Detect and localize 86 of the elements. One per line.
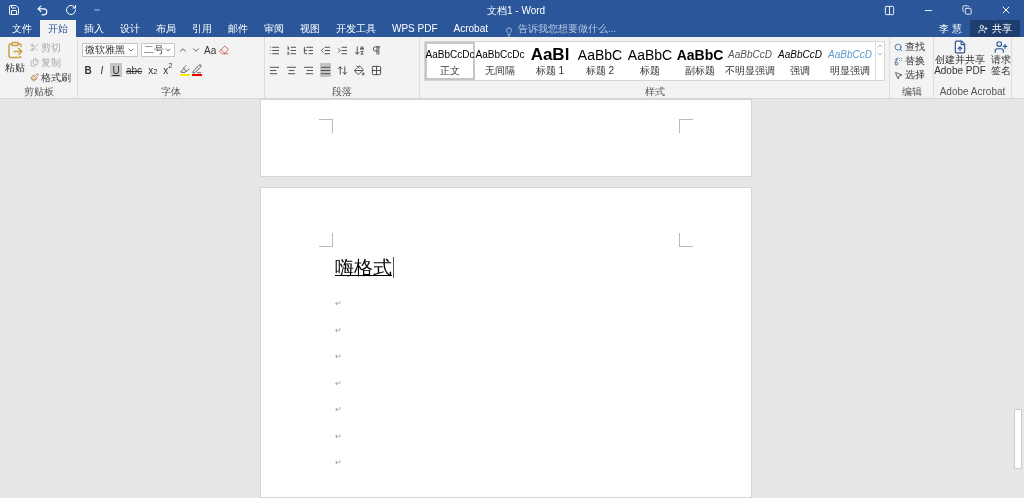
document-heading: 嗨格式 [335,257,394,278]
close-icon[interactable] [1000,4,1012,16]
justify-icon[interactable] [320,63,331,77]
paintbrush-icon [30,73,39,82]
editing-button[interactable]: 选择 [894,68,929,82]
ribbon-tab[interactable]: 审阅 [256,20,292,37]
paragraph-mark: ↵ [335,404,343,416]
style-item[interactable]: AaBbCcD 明显强调 [825,42,875,80]
font-name-field[interactable]: 微软雅黑 [82,43,138,57]
format-button[interactable]: abc [124,63,145,77]
group-label: Adobe Acrobat [938,86,1007,98]
ribbon-tab[interactable]: 文件 [4,20,40,37]
dropdown-icon [127,46,135,54]
ribbon-display-icon[interactable] [884,4,895,16]
style-item[interactable]: AaBl 标题 1 [525,42,575,80]
format-button[interactable]: I [96,63,108,77]
dropdown-icon [164,46,172,54]
tell-me-field[interactable]: 告诉我您想要做什么... [518,20,617,37]
lightbulb-icon [504,27,515,37]
clipboard-icon [6,41,24,59]
ribbon-tab[interactable]: 开始 [40,20,76,37]
paragraph-mark: ↵ [335,351,343,363]
change-case-button[interactable]: Aa [204,42,217,58]
group-label: 编辑 [900,86,923,98]
style-item[interactable]: AaBbC 副标题 [675,42,725,80]
undo-icon[interactable] [36,3,49,17]
acrobat-button[interactable]: 请求签名 [990,40,1011,76]
style-item[interactable]: AaBbCcDc 无间隔 [475,42,525,80]
line-spacing-icon[interactable] [337,63,348,77]
paragraph-mark: ↵ [335,324,343,337]
clipboard-button[interactable]: 格式刷 [30,71,71,84]
borders-icon[interactable] [371,63,382,77]
group-label: 字体 [160,86,182,98]
numbering-icon[interactable] [286,43,297,57]
ribbon-tab[interactable]: 布局 [148,20,184,37]
format-button[interactable]: U [110,63,122,77]
format-button[interactable]: x$_{2}$ [146,63,160,77]
paragraph-mark: ↵ [335,430,343,443]
ribbon-tab[interactable]: 邮件 [220,20,256,37]
shading-icon[interactable] [354,63,365,77]
paragraph-mark: ↵ [335,457,343,469]
ribbon-tab[interactable]: 设计 [112,20,148,37]
replace-icon [894,56,903,66]
restore-icon[interactable] [962,5,972,15]
pointer-icon [894,70,903,80]
style-item[interactable]: AaBbCcD 不明显强调 [725,42,775,80]
ribbon-tab[interactable]: 开发工具 [328,20,384,37]
window-title: 文档1 - Word [487,3,546,18]
style-item[interactable]: AaBbC 标题 2 [575,42,625,80]
style-item[interactable]: AaBbC 标题 [625,42,675,80]
ribbon-tab[interactable]: Acrobat [445,20,497,37]
file-upload-icon [953,40,967,54]
scissors-icon [30,43,39,52]
acrobat-button[interactable]: 创建并共享 Adobe PDF [934,40,986,76]
user-name: 李 慧 [939,22,962,36]
format-button[interactable]: B [82,63,94,77]
redo-icon[interactable] [65,4,77,16]
ribbon-tab[interactable]: 插入 [76,20,112,37]
person-icon [978,23,988,34]
font-size-field[interactable]: 二号 [141,43,175,57]
copy-icon [30,58,39,67]
paste-button[interactable]: 粘贴 [4,41,26,86]
sort-icon[interactable] [354,43,365,57]
ribbon-tab[interactable]: 引用 [184,20,220,37]
paragraph-mark: ↵ [335,298,343,310]
paragraph-mark: ↵ [335,377,343,390]
person-icon [993,40,1008,54]
pilcrow-icon[interactable] [371,43,382,57]
grow-font-icon[interactable] [178,45,188,55]
shrink-font-icon[interactable] [191,45,201,55]
font-color-icon[interactable] [192,64,203,76]
style-item[interactable]: AaBbCcD 强调 [775,42,825,80]
format-button[interactable]: x$^{2}$ [161,63,175,77]
group-label: 样式 [643,86,666,98]
save-icon[interactable] [8,4,20,16]
ribbon-tab[interactable]: 视图 [292,20,328,37]
clear-format-icon[interactable] [219,45,230,55]
style-item[interactable]: AaBbCcDc 正文 [425,42,475,80]
ribbon-tab[interactable]: WPS PDF [384,20,446,37]
group-label: 段落 [331,86,353,98]
group-label: 剪贴板 [22,86,55,98]
share-button[interactable]: 共享 [970,20,1020,37]
editing-button[interactable]: 替换 [894,54,929,68]
editing-button[interactable]: 查找 [894,40,929,54]
search-icon [894,42,903,52]
highlighter-icon[interactable] [180,64,191,76]
